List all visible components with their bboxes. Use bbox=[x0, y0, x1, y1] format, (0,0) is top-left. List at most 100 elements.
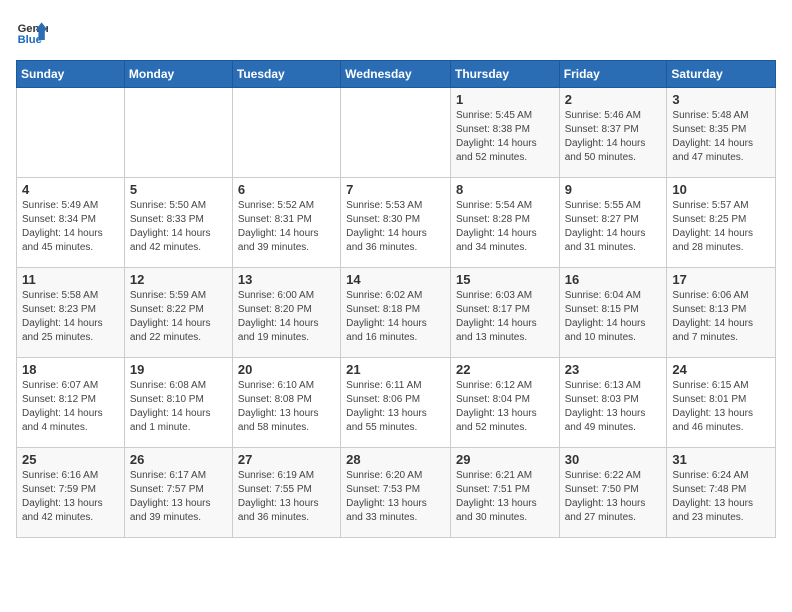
day-info: Sunrise: 6:16 AM Sunset: 7:59 PM Dayligh… bbox=[22, 469, 119, 525]
day-number: 25 bbox=[22, 452, 119, 467]
day-info: Sunrise: 5:49 AM Sunset: 8:34 PM Dayligh… bbox=[22, 199, 119, 255]
weekday-header-wednesday: Wednesday bbox=[341, 61, 451, 88]
calendar-cell: 20Sunrise: 6:10 AM Sunset: 8:08 PM Dayli… bbox=[232, 358, 340, 448]
day-info: Sunrise: 6:00 AM Sunset: 8:20 PM Dayligh… bbox=[238, 289, 335, 345]
day-number: 11 bbox=[22, 272, 119, 287]
day-number: 2 bbox=[565, 92, 662, 107]
day-number: 27 bbox=[238, 452, 335, 467]
calendar-week-row: 1 Sunrise: 5:45 AM Sunset: 8:38 PM Daylig… bbox=[17, 88, 776, 178]
calendar-cell: 7 Sunrise: 5:53 AM Sunset: 8:30 PM Daylig… bbox=[341, 178, 451, 268]
day-number: 17 bbox=[672, 272, 770, 287]
day-number: 23 bbox=[565, 362, 662, 377]
calendar-cell: 21 Sunrise: 6:11 AM Sunset: 8:06 PM Dayli… bbox=[341, 358, 451, 448]
calendar-cell: 31Sunrise: 6:24 AM Sunset: 7:48 PM Dayli… bbox=[667, 448, 776, 538]
calendar-cell: 19 Sunrise: 6:08 AM Sunset: 8:10 PM Dayli… bbox=[124, 358, 232, 448]
calendar-cell: 5Sunrise: 5:50 AM Sunset: 8:33 PM Daylig… bbox=[124, 178, 232, 268]
calendar-cell: 26Sunrise: 6:17 AM Sunset: 7:57 PM Dayli… bbox=[124, 448, 232, 538]
day-number: 16 bbox=[565, 272, 662, 287]
day-number: 24 bbox=[672, 362, 770, 377]
day-info: Sunrise: 6:03 AM Sunset: 8:17 PM Dayligh… bbox=[456, 289, 554, 345]
calendar-cell: 8 Sunrise: 5:54 AM Sunset: 8:28 PM Daylig… bbox=[450, 178, 559, 268]
logo-icon: General Blue bbox=[16, 16, 48, 48]
day-info: Sunrise: 6:06 AM Sunset: 8:13 PM Dayligh… bbox=[672, 289, 770, 345]
day-info: Sunrise: 6:17 AM Sunset: 7:57 PM Dayligh… bbox=[130, 469, 227, 525]
day-number: 14 bbox=[346, 272, 445, 287]
day-info: Sunrise: 6:04 AM Sunset: 8:15 PM Dayligh… bbox=[565, 289, 662, 345]
logo: General Blue bbox=[16, 16, 52, 48]
calendar-cell: 11 Sunrise: 5:58 AM Sunset: 8:23 PM Dayli… bbox=[17, 268, 125, 358]
calendar-header-row: SundayMondayTuesdayWednesdayThursdayFrid… bbox=[17, 61, 776, 88]
day-number: 15 bbox=[456, 272, 554, 287]
day-info: Sunrise: 5:58 AM Sunset: 8:23 PM Dayligh… bbox=[22, 289, 119, 345]
calendar-cell: 9 Sunrise: 5:55 AM Sunset: 8:27 PM Daylig… bbox=[559, 178, 667, 268]
weekday-header-sunday: Sunday bbox=[17, 61, 125, 88]
day-info: Sunrise: 5:52 AM Sunset: 8:31 PM Dayligh… bbox=[238, 199, 335, 255]
weekday-header-friday: Friday bbox=[559, 61, 667, 88]
calendar-cell: 17 Sunrise: 6:06 AM Sunset: 8:13 PM Dayli… bbox=[667, 268, 776, 358]
calendar-cell: 15 Sunrise: 6:03 AM Sunset: 8:17 PM Dayli… bbox=[450, 268, 559, 358]
day-info: Sunrise: 5:48 AM Sunset: 8:35 PM Dayligh… bbox=[672, 109, 770, 165]
day-info: Sunrise: 5:46 AM Sunset: 8:37 PM Dayligh… bbox=[565, 109, 662, 165]
day-info: Sunrise: 5:53 AM Sunset: 8:30 PM Dayligh… bbox=[346, 199, 445, 255]
day-info: Sunrise: 6:22 AM Sunset: 7:50 PM Dayligh… bbox=[565, 469, 662, 525]
calendar-cell bbox=[17, 88, 125, 178]
calendar-week-row: 4 Sunrise: 5:49 AM Sunset: 8:34 PM Daylig… bbox=[17, 178, 776, 268]
page-header: General Blue bbox=[16, 16, 776, 48]
calendar-cell bbox=[341, 88, 451, 178]
day-number: 4 bbox=[22, 182, 119, 197]
calendar-cell: 18 Sunrise: 6:07 AM Sunset: 8:12 PM Dayli… bbox=[17, 358, 125, 448]
day-info: Sunrise: 6:13 AM Sunset: 8:03 PM Dayligh… bbox=[565, 379, 662, 435]
calendar-cell: 30 Sunrise: 6:22 AM Sunset: 7:50 PM Dayli… bbox=[559, 448, 667, 538]
calendar-table: SundayMondayTuesdayWednesdayThursdayFrid… bbox=[16, 60, 776, 538]
calendar-cell: 23 Sunrise: 6:13 AM Sunset: 8:03 PM Dayli… bbox=[559, 358, 667, 448]
day-info: Sunrise: 6:20 AM Sunset: 7:53 PM Dayligh… bbox=[346, 469, 445, 525]
day-number: 13 bbox=[238, 272, 335, 287]
calendar-cell: 28 Sunrise: 6:20 AM Sunset: 7:53 PM Dayli… bbox=[341, 448, 451, 538]
calendar-week-row: 18 Sunrise: 6:07 AM Sunset: 8:12 PM Dayli… bbox=[17, 358, 776, 448]
calendar-cell: 24 Sunrise: 6:15 AM Sunset: 8:01 PM Dayli… bbox=[667, 358, 776, 448]
calendar-cell bbox=[124, 88, 232, 178]
day-info: Sunrise: 5:45 AM Sunset: 8:38 PM Dayligh… bbox=[456, 109, 554, 165]
day-number: 30 bbox=[565, 452, 662, 467]
day-info: Sunrise: 5:54 AM Sunset: 8:28 PM Dayligh… bbox=[456, 199, 554, 255]
day-number: 10 bbox=[672, 182, 770, 197]
day-number: 18 bbox=[22, 362, 119, 377]
day-info: Sunrise: 6:07 AM Sunset: 8:12 PM Dayligh… bbox=[22, 379, 119, 435]
calendar-week-row: 11 Sunrise: 5:58 AM Sunset: 8:23 PM Dayli… bbox=[17, 268, 776, 358]
calendar-cell: 12 Sunrise: 5:59 AM Sunset: 8:22 PM Dayli… bbox=[124, 268, 232, 358]
calendar-cell: 25 Sunrise: 6:16 AM Sunset: 7:59 PM Dayli… bbox=[17, 448, 125, 538]
day-info: Sunrise: 6:15 AM Sunset: 8:01 PM Dayligh… bbox=[672, 379, 770, 435]
calendar-cell: 1 Sunrise: 5:45 AM Sunset: 8:38 PM Daylig… bbox=[450, 88, 559, 178]
day-number: 28 bbox=[346, 452, 445, 467]
day-info: Sunrise: 5:59 AM Sunset: 8:22 PM Dayligh… bbox=[130, 289, 227, 345]
day-number: 9 bbox=[565, 182, 662, 197]
day-number: 1 bbox=[456, 92, 554, 107]
weekday-header-saturday: Saturday bbox=[667, 61, 776, 88]
day-info: Sunrise: 6:21 AM Sunset: 7:51 PM Dayligh… bbox=[456, 469, 554, 525]
day-info: Sunrise: 6:19 AM Sunset: 7:55 PM Dayligh… bbox=[238, 469, 335, 525]
calendar-cell: 4 Sunrise: 5:49 AM Sunset: 8:34 PM Daylig… bbox=[17, 178, 125, 268]
day-info: Sunrise: 6:24 AM Sunset: 7:48 PM Dayligh… bbox=[672, 469, 770, 525]
calendar-cell: 29 Sunrise: 6:21 AM Sunset: 7:51 PM Dayli… bbox=[450, 448, 559, 538]
calendar-week-row: 25 Sunrise: 6:16 AM Sunset: 7:59 PM Dayli… bbox=[17, 448, 776, 538]
day-info: Sunrise: 6:08 AM Sunset: 8:10 PM Dayligh… bbox=[130, 379, 227, 435]
calendar-cell: 14Sunrise: 6:02 AM Sunset: 8:18 PM Dayli… bbox=[341, 268, 451, 358]
day-number: 29 bbox=[456, 452, 554, 467]
day-number: 12 bbox=[130, 272, 227, 287]
day-number: 8 bbox=[456, 182, 554, 197]
day-number: 21 bbox=[346, 362, 445, 377]
day-number: 6 bbox=[238, 182, 335, 197]
calendar-cell: 22Sunrise: 6:12 AM Sunset: 8:04 PM Dayli… bbox=[450, 358, 559, 448]
day-number: 3 bbox=[672, 92, 770, 107]
calendar-cell bbox=[232, 88, 340, 178]
day-info: Sunrise: 6:11 AM Sunset: 8:06 PM Dayligh… bbox=[346, 379, 445, 435]
calendar-cell: 10Sunrise: 5:57 AM Sunset: 8:25 PM Dayli… bbox=[667, 178, 776, 268]
day-info: Sunrise: 5:55 AM Sunset: 8:27 PM Dayligh… bbox=[565, 199, 662, 255]
weekday-header-tuesday: Tuesday bbox=[232, 61, 340, 88]
day-info: Sunrise: 6:12 AM Sunset: 8:04 PM Dayligh… bbox=[456, 379, 554, 435]
day-number: 19 bbox=[130, 362, 227, 377]
calendar-cell: 13 Sunrise: 6:00 AM Sunset: 8:20 PM Dayli… bbox=[232, 268, 340, 358]
weekday-header-thursday: Thursday bbox=[450, 61, 559, 88]
calendar-cell: 16 Sunrise: 6:04 AM Sunset: 8:15 PM Dayli… bbox=[559, 268, 667, 358]
day-number: 7 bbox=[346, 182, 445, 197]
